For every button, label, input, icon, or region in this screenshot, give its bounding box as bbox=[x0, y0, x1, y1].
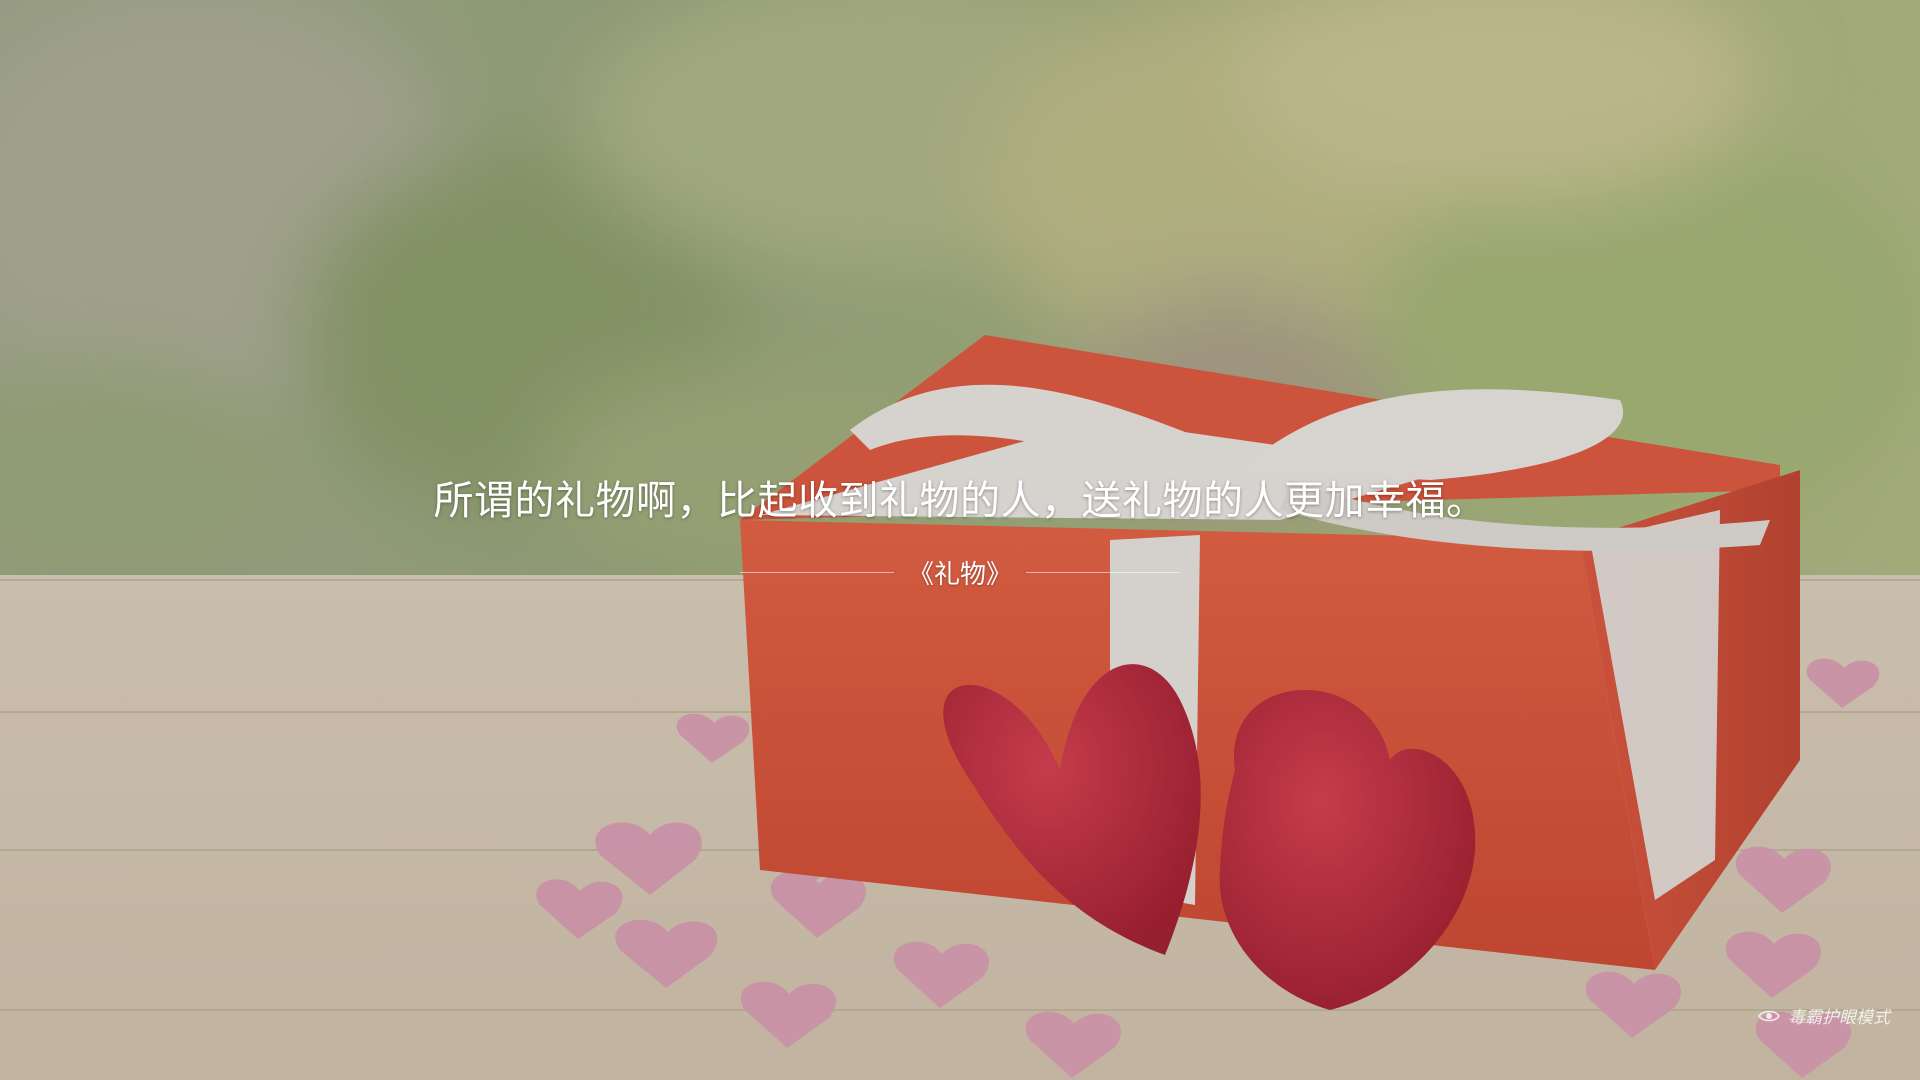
eye-care-mode-badge[interactable]: 毒霸护眼模式 bbox=[1758, 1003, 1890, 1028]
divider-left bbox=[740, 571, 894, 573]
quote-source-row: 《礼物》 bbox=[740, 554, 1181, 590]
screensaver: 所谓的礼物啊，比起收到礼物的人，送礼物的人更加幸福。 《礼物》 毒霸护眼模式 bbox=[0, 0, 1920, 1080]
background-photo bbox=[0, 0, 1920, 1080]
eye-care-mode-label: 毒霸护眼模式 bbox=[1788, 1008, 1890, 1028]
quote-text: 所谓的礼物啊，比起收到礼物的人，送礼物的人更加幸福。 bbox=[433, 478, 1487, 524]
divider-right bbox=[1026, 571, 1181, 573]
quote-source: 《礼物》 bbox=[908, 559, 1013, 590]
eye-icon bbox=[1758, 1009, 1780, 1023]
